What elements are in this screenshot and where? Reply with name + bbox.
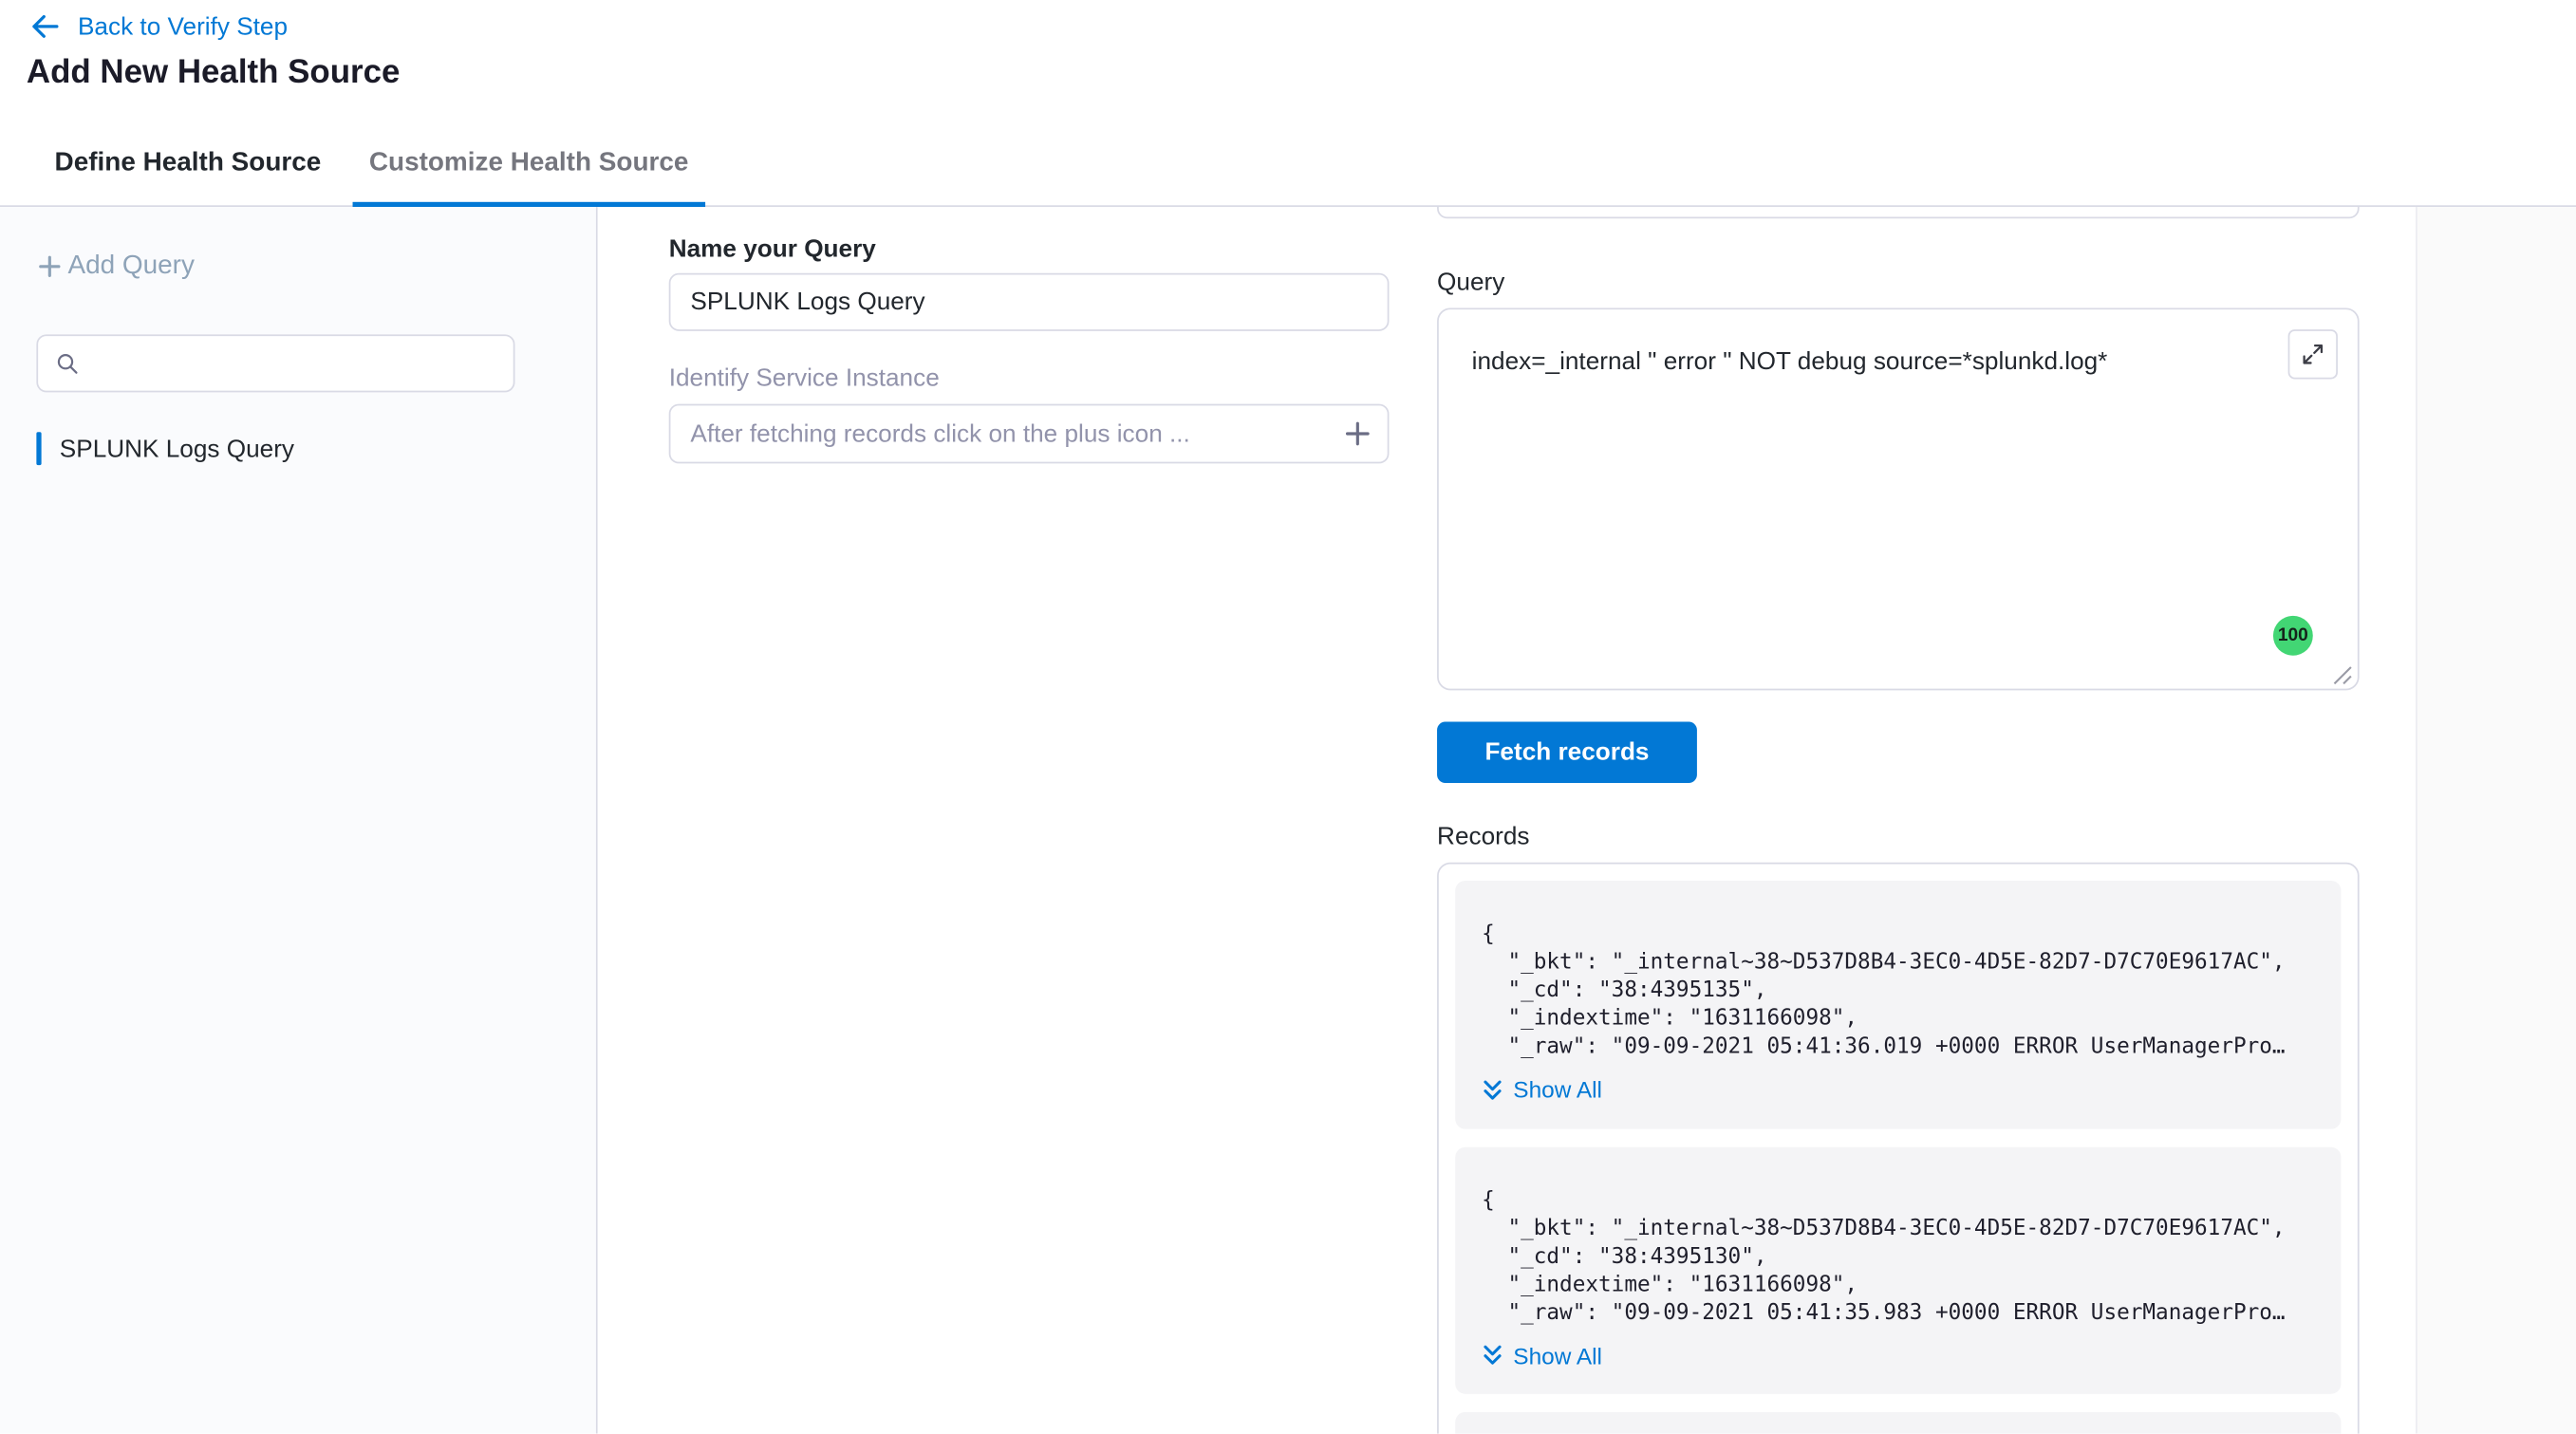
show-all-label: Show All [1513,1076,1602,1103]
tab-customize-health-source[interactable]: Customize Health Source [352,126,704,207]
app-window: Back to Verify Step Add New Health Sourc… [0,0,2576,1434]
name-query-label: Name your Query [669,235,876,264]
service-instance-label: Identify Service Instance [669,364,940,393]
plus-icon [36,253,63,280]
content-area: Add Query SPLUNK Logs Query Name your Qu… [0,207,2576,1434]
record-json: { "_bkt": "_internal~38~D537D8B4-3EC0-4D… [1482,1186,2314,1327]
page-header: Back to Verify Step Add New Health Sourc… [0,0,2576,126]
double-chevron-down-icon [1482,1344,1503,1366]
query-panel: Query index=_internal " error " NOT debu… [1409,207,2416,1434]
query-editor[interactable]: index=_internal " error " NOT debug sour… [1437,307,2360,690]
record-count-badge: 100 [2273,616,2313,656]
show-all-button[interactable]: Show All [1482,1076,1602,1103]
add-query-button[interactable]: Add Query [36,251,195,281]
show-all-button[interactable]: Show All [1482,1342,1602,1369]
query-item-label: SPLUNK Logs Query [60,435,294,463]
expand-query-button[interactable] [2288,329,2338,379]
records-container: { "_bkt": "_internal~38~D537D8B4-3EC0-4D… [1437,863,2360,1434]
record-card: { "_bkt": "_internal~38~D537D8B4-3EC0-4D… [1455,881,2341,1128]
search-icon [55,351,80,376]
page-title: Add New Health Source [27,55,401,93]
arrow-left-icon [27,9,63,45]
query-form-panel: Name your Query Identify Service Instanc… [598,207,1409,1434]
records-label: Records [1437,823,1529,851]
query-search-box [36,334,514,392]
back-link-label[interactable]: Back to Verify Step [78,12,288,41]
query-text[interactable]: index=_internal " error " NOT debug sour… [1472,346,2266,380]
truncated-input[interactable] [1437,207,2360,218]
service-instance-input[interactable] [669,404,1390,464]
right-gutter [2416,207,2576,1434]
add-query-label: Add Query [68,251,195,281]
query-search-input[interactable] [93,348,497,378]
back-button[interactable]: Back to Verify Step [27,9,288,45]
record-card: { "_bkt": "_internal~38~D537D8B4-3EC0-4D… [1455,1146,2341,1394]
tab-bar: Define Health Source Customize Health So… [0,126,2576,207]
tab-define-health-source[interactable]: Define Health Source [38,126,338,207]
double-chevron-down-icon [1482,1078,1503,1100]
expand-icon [2302,343,2324,365]
query-sidebar: Add Query SPLUNK Logs Query [0,207,598,1434]
query-name-input[interactable] [669,273,1390,331]
fetch-records-button[interactable]: Fetch records [1437,722,1697,784]
selected-indicator [36,432,41,465]
sidebar-item-splunk-logs-query[interactable]: SPLUNK Logs Query [36,432,294,465]
record-card-partial [1455,1412,2341,1434]
plus-icon [1343,419,1372,448]
show-all-label: Show All [1513,1342,1602,1369]
service-instance-field [669,404,1390,464]
add-service-instance-button[interactable] [1343,419,1372,448]
resize-handle[interactable] [2333,663,2353,683]
query-label: Query [1437,269,1504,297]
record-json: { "_bkt": "_internal~38~D537D8B4-3EC0-4D… [1482,921,2314,1061]
